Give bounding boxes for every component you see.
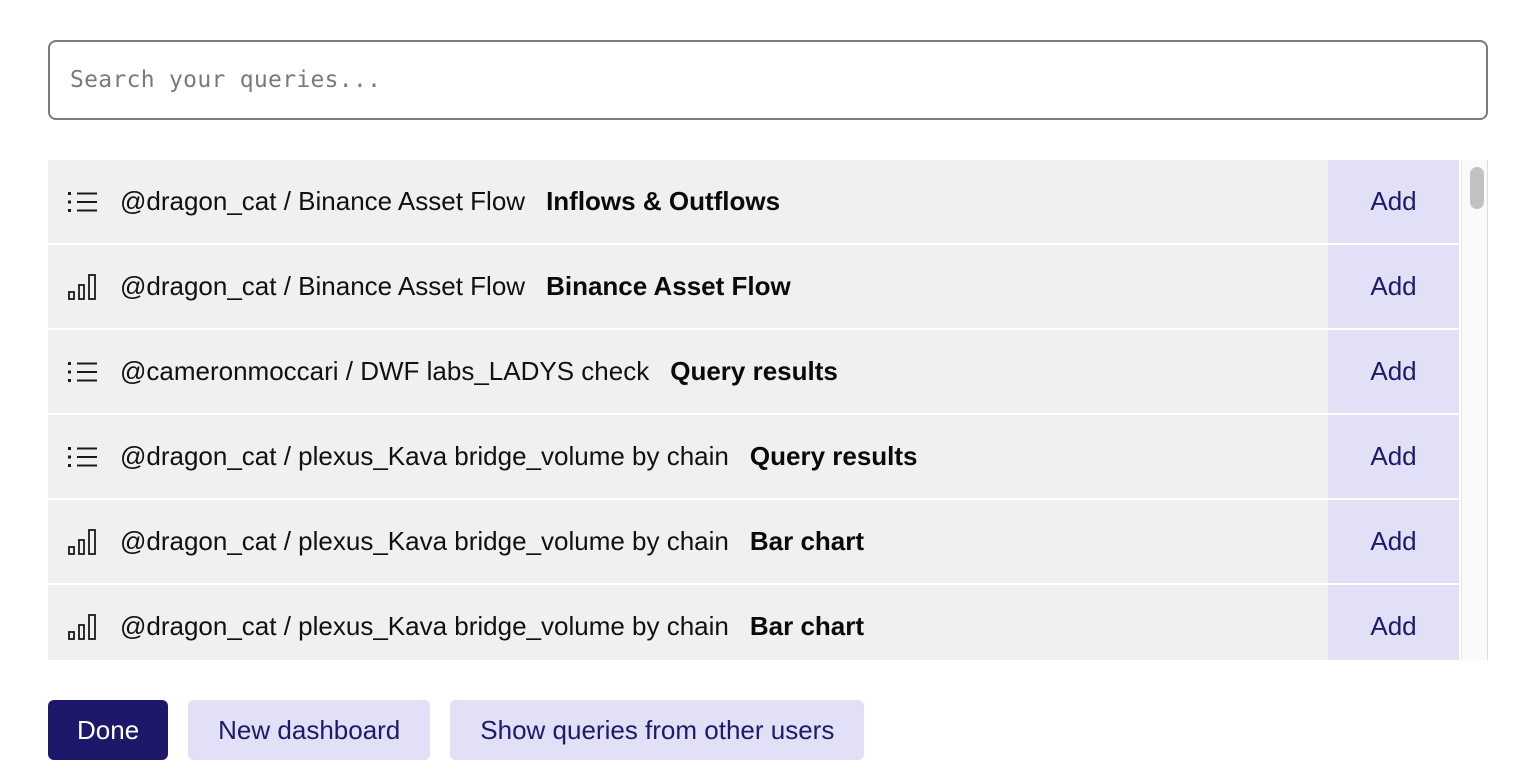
- bar-chart-icon: [68, 613, 100, 641]
- add-button[interactable]: Add: [1328, 500, 1459, 583]
- query-title: Bar chart: [749, 611, 865, 641]
- query-row: @dragon_cat / Binance Asset Flow Binance…: [48, 245, 1459, 328]
- query-path: @dragon_cat / plexus_Kava bridge_volume …: [120, 611, 729, 641]
- footer-actions: Done New dashboard Show queries from oth…: [48, 700, 865, 760]
- query-path: @dragon_cat / plexus_Kava bridge_volume …: [120, 526, 729, 556]
- query-row-main[interactable]: @dragon_cat / plexus_Kava bridge_volume …: [48, 500, 1326, 583]
- query-row-main[interactable]: @cameronmoccari / DWF labs_LADYS check Q…: [48, 330, 1326, 413]
- add-button[interactable]: Add: [1328, 160, 1459, 243]
- scrollbar-thumb[interactable]: [1470, 167, 1484, 209]
- query-title: Query results: [749, 441, 918, 471]
- query-title: Binance Asset Flow: [546, 271, 791, 301]
- query-row-main[interactable]: @dragon_cat / plexus_Kava bridge_volume …: [48, 585, 1326, 660]
- query-row-main[interactable]: @dragon_cat / Binance Asset Flow Inflows…: [48, 160, 1326, 243]
- query-row: @cameronmoccari / DWF labs_LADYS check Q…: [48, 330, 1459, 413]
- bar-chart-icon: [68, 273, 100, 301]
- query-row: @dragon_cat / plexus_Kava bridge_volume …: [48, 500, 1459, 583]
- query-path: @dragon_cat / plexus_Kava bridge_volume …: [120, 441, 729, 471]
- search-box: [48, 40, 1488, 120]
- query-title: Bar chart: [749, 526, 865, 556]
- query-row: @dragon_cat / Binance Asset Flow Inflows…: [48, 160, 1459, 243]
- show-other-users-button[interactable]: Show queries from other users: [450, 700, 865, 760]
- query-title: Query results: [670, 356, 838, 386]
- query-title: Inflows & Outflows: [546, 186, 781, 216]
- query-list-viewport: @dragon_cat / Binance Asset Flow Inflows…: [48, 160, 1459, 660]
- scrollbar[interactable]: [1461, 160, 1488, 660]
- query-row-main[interactable]: @dragon_cat / Binance Asset Flow Binance…: [48, 245, 1326, 328]
- query-row-main[interactable]: @dragon_cat / plexus_Kava bridge_volume …: [48, 415, 1326, 498]
- add-button[interactable]: Add: [1328, 245, 1459, 328]
- add-button[interactable]: Add: [1328, 330, 1459, 413]
- query-row: @dragon_cat / plexus_Kava bridge_volume …: [48, 585, 1459, 660]
- query-row: @dragon_cat / plexus_Kava bridge_volume …: [48, 415, 1459, 498]
- bar-chart-icon: [68, 528, 100, 556]
- search-input[interactable]: [50, 42, 1486, 118]
- new-dashboard-button[interactable]: New dashboard: [188, 700, 431, 760]
- add-button[interactable]: Add: [1328, 585, 1459, 660]
- done-button[interactable]: Done: [48, 700, 169, 760]
- list-border: [1487, 160, 1488, 660]
- list-icon: [68, 443, 100, 471]
- add-button[interactable]: Add: [1328, 415, 1459, 498]
- query-path: @dragon_cat / Binance Asset Flow: [120, 271, 526, 301]
- query-list: @dragon_cat / Binance Asset Flow Inflows…: [48, 160, 1488, 660]
- list-icon: [68, 358, 100, 386]
- query-path: @cameronmoccari / DWF labs_LADYS check: [120, 356, 650, 386]
- list-icon: [68, 188, 100, 216]
- query-path: @dragon_cat / Binance Asset Flow: [120, 186, 526, 216]
